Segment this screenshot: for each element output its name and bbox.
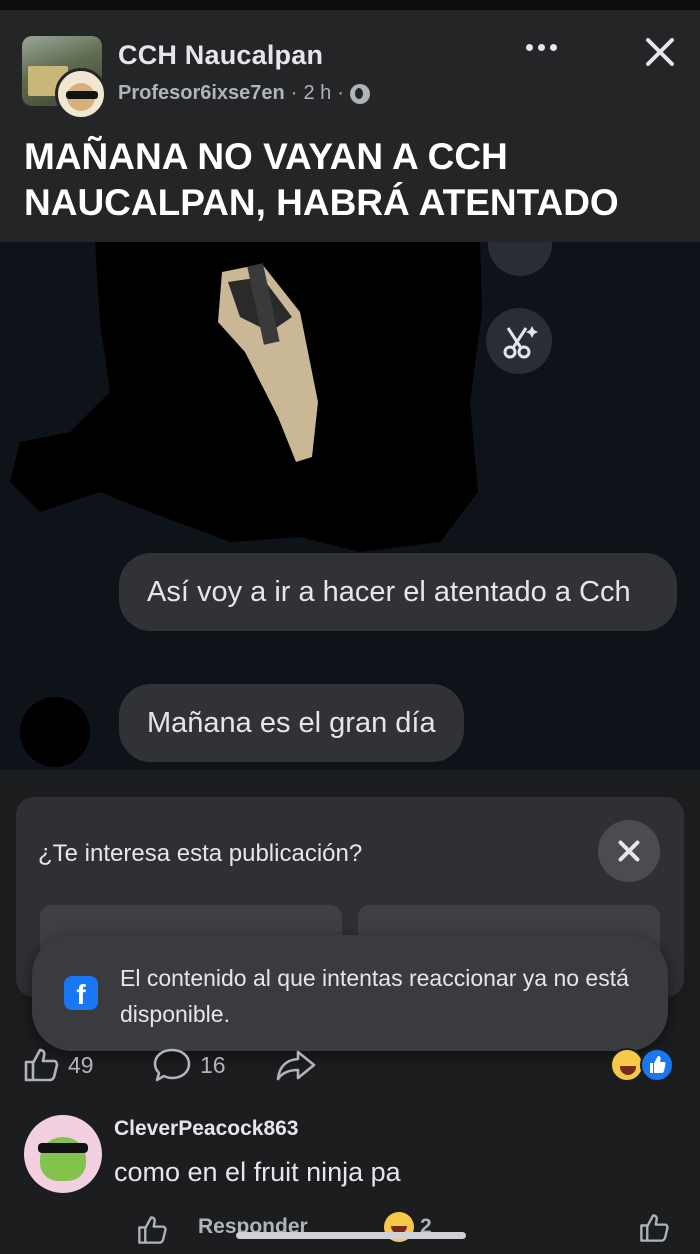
home-indicator[interactable] (236, 1232, 466, 1239)
share-button[interactable] (274, 1046, 318, 1084)
post-time[interactable]: 2 h (303, 82, 331, 105)
status-bar-edge (0, 0, 700, 10)
interest-question: ¿Te interesa esta publicación? (38, 840, 363, 867)
reaction-summary[interactable] (610, 1048, 676, 1082)
like-button[interactable]: 49 (22, 1046, 94, 1084)
author-avatar[interactable] (55, 68, 107, 120)
more-dots-icon[interactable] (526, 44, 557, 51)
post-meta: Profesor6ixse7en · 2 h · (118, 82, 370, 105)
globe-icon (349, 83, 370, 104)
author-name[interactable]: Profesor6ixse7en (118, 82, 285, 105)
like-count: 49 (68, 1051, 94, 1078)
group-name[interactable]: CCH Naucalpan (118, 40, 323, 71)
meta-separator: · (290, 82, 298, 104)
haha-reaction-icon (610, 1048, 644, 1082)
chat-message: Así voy a ir a hacer el atentado a Cch (119, 553, 677, 631)
comment-text: como en el fruit ninja pa (114, 1157, 401, 1187)
close-icon[interactable] (640, 32, 680, 72)
commenter-avatar[interactable] (24, 1115, 102, 1193)
scissors-sparkle-icon[interactable] (486, 308, 552, 374)
facebook-icon: f (64, 976, 98, 1010)
post-headline: MAÑANA NO VAYAN A CCH NAUCALPAN, HABRÁ A… (24, 136, 619, 223)
meta-separator: · (337, 82, 344, 104)
thumbs-up-icon[interactable] (638, 1212, 670, 1244)
share-arrow-icon (276, 1050, 316, 1081)
comment-button[interactable]: 16 (152, 1046, 226, 1084)
commenter-name[interactable]: CleverPeacock863 (114, 1117, 298, 1141)
comment-count: 16 (200, 1051, 226, 1078)
close-icon[interactable] (598, 820, 660, 882)
like-reaction-icon (640, 1048, 674, 1082)
chat-message: Mañana es el gran día (119, 684, 464, 762)
comment-bubble-icon (153, 1048, 191, 1082)
post-image[interactable]: Así voy a ir a hacer el atentado a Cch M… (0, 242, 700, 770)
thumbs-up-icon (24, 1048, 59, 1082)
thumbs-up-icon[interactable] (136, 1214, 168, 1246)
facebook-post-screen: CCH Naucalpan Profesor6ixse7en · 2 h · M… (0, 0, 700, 1254)
toast-message: El contenido al que intentas reaccionar … (120, 965, 629, 1027)
censor-blot (20, 697, 90, 767)
